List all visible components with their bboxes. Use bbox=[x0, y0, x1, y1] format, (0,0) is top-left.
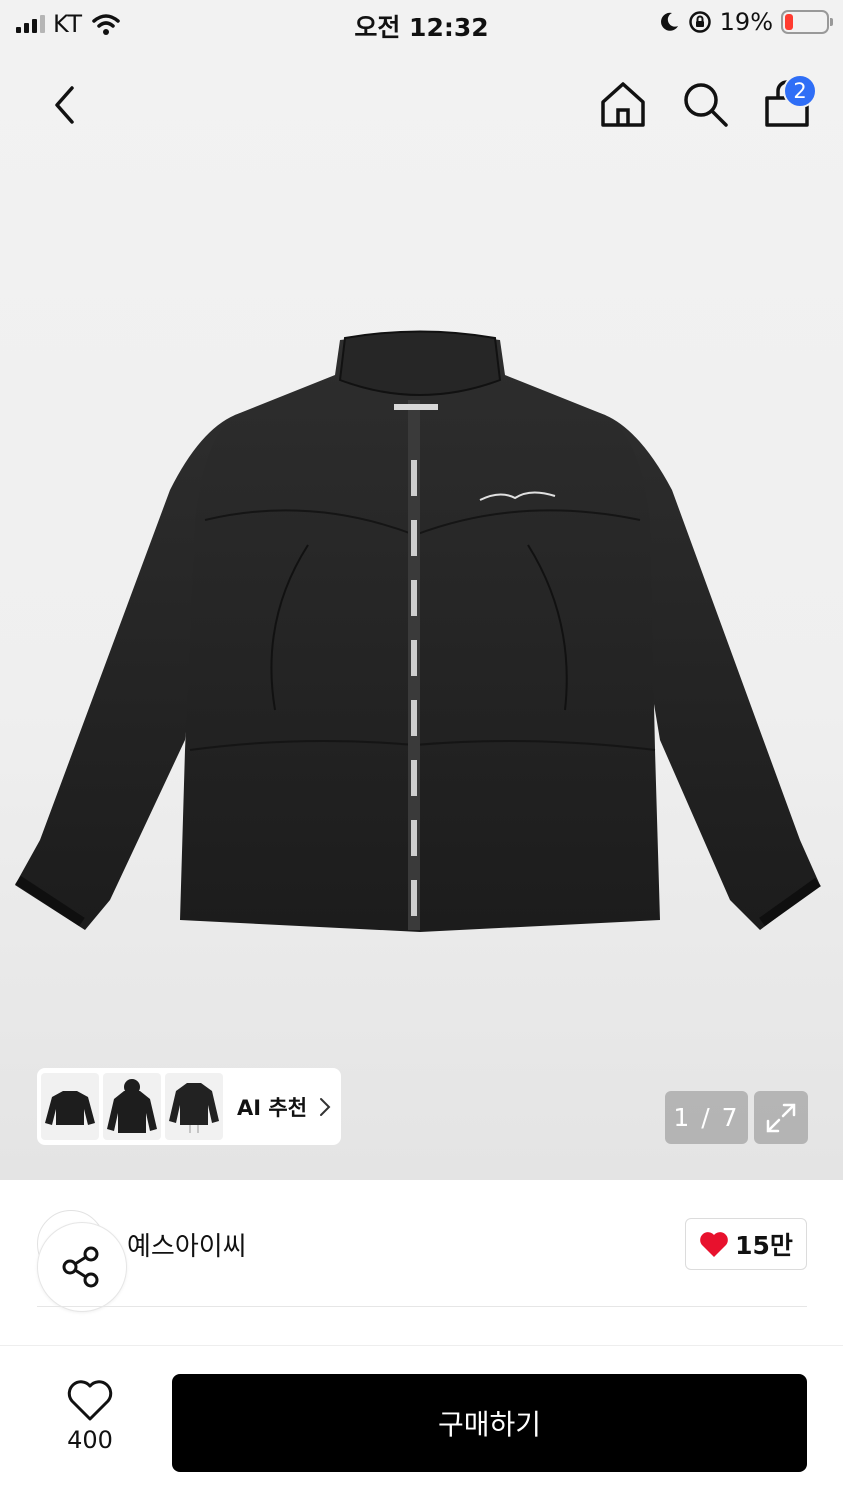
battery-level bbox=[785, 14, 793, 30]
hooded-jacket-thumbnail-icon bbox=[107, 1078, 157, 1133]
back-icon bbox=[55, 86, 74, 124]
home-button[interactable] bbox=[597, 72, 649, 136]
divider bbox=[0, 1345, 843, 1346]
back-button[interactable] bbox=[40, 80, 90, 130]
thumbnail-jacket-1[interactable] bbox=[41, 1073, 99, 1140]
image-page-counter: 1 / 7 bbox=[665, 1091, 748, 1144]
buy-button[interactable]: 구매하기 bbox=[172, 1374, 807, 1472]
moon-icon bbox=[660, 12, 678, 31]
rotation-lock-icon bbox=[688, 11, 711, 33]
heart-filled-icon bbox=[700, 1232, 728, 1257]
battery-percent: 19% bbox=[719, 8, 773, 36]
ai-recommend-label[interactable]: AI 추천 bbox=[237, 1092, 307, 1122]
wishlist-count: 400 bbox=[67, 1426, 113, 1454]
jacket-thumbnail-icon bbox=[169, 1082, 219, 1133]
battery-icon bbox=[781, 10, 833, 34]
brand-like-count: 15만 bbox=[735, 1231, 793, 1260]
heart-outline-icon bbox=[67, 1380, 113, 1421]
search-button[interactable] bbox=[679, 72, 731, 136]
search-icon bbox=[684, 83, 728, 127]
chevron-right-icon bbox=[319, 1097, 331, 1117]
share-icon bbox=[62, 1246, 99, 1288]
jacket-thumbnail-icon bbox=[45, 1090, 95, 1125]
divider bbox=[37, 1306, 807, 1307]
expand-icon bbox=[766, 1103, 796, 1132]
cart-button[interactable]: 2 bbox=[761, 72, 817, 136]
fullscreen-button[interactable] bbox=[754, 1091, 808, 1144]
product-image[interactable] bbox=[0, 320, 843, 960]
status-bar: KT 오전 12:32 19% bbox=[0, 0, 843, 50]
cart-count-badge: 2 bbox=[783, 74, 817, 108]
brand-like-button[interactable]: 15만 bbox=[685, 1218, 807, 1270]
thumbnail-jacket-3[interactable] bbox=[165, 1073, 223, 1140]
brand-name[interactable]: 예스아이씨 bbox=[127, 1226, 247, 1263]
share-button[interactable] bbox=[37, 1222, 127, 1312]
home-icon bbox=[601, 82, 645, 127]
wishlist-button[interactable]: 400 bbox=[50, 1378, 130, 1468]
product-image-gallery[interactable]: KT 오전 12:32 19% 2 AI 추천 1 / 7 bbox=[0, 0, 843, 1180]
ai-recommend-panel[interactable]: AI 추천 bbox=[37, 1068, 341, 1145]
thumbnail-jacket-2[interactable] bbox=[103, 1073, 161, 1140]
